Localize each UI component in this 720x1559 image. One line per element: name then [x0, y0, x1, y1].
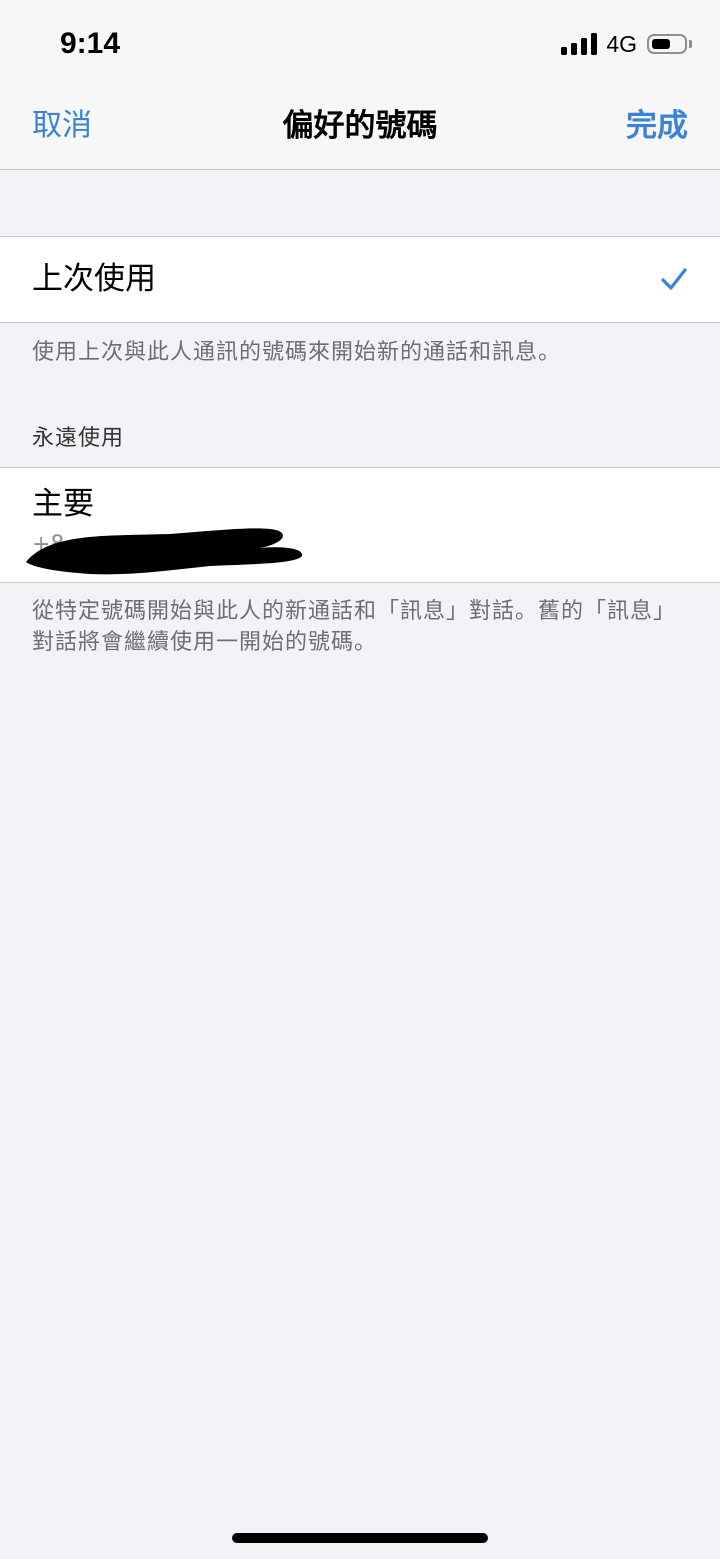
network-type: 4G: [606, 31, 637, 57]
signal-bar-1: [561, 47, 568, 55]
signal-bar-3: [581, 38, 588, 55]
page-title: 偏好的號碼: [282, 108, 438, 144]
last-used-option[interactable]: 上次使用: [0, 236, 720, 323]
battery-cap: [689, 40, 692, 48]
checkmark-icon: [661, 268, 687, 290]
redaction-scribble: [26, 528, 303, 575]
last-used-footer: 使用上次與此人通訊的號碼來開始新的通話和訊息。: [32, 340, 562, 365]
home-indicator[interactable]: [232, 1533, 488, 1543]
navigation-bar: 取消 偏好的號碼 完成: [0, 88, 720, 170]
status-bar: 9:14 4G: [0, 0, 720, 88]
last-used-label: 上次使用: [32, 261, 156, 297]
battery-level: [652, 39, 670, 49]
always-use-header: 永遠使用: [32, 426, 125, 451]
done-button[interactable]: 完成: [626, 106, 688, 146]
battery-icon: [647, 34, 687, 54]
signal-bar-4: [591, 33, 598, 55]
signal-bar-2: [571, 43, 578, 55]
always-use-footer: 從特定號碼開始與此人的新通話和「訊息」對話。舊的「訊息」對話將會繼續使用一開始的…: [32, 599, 666, 655]
status-indicators: 4G: [561, 28, 692, 60]
status-time: 9:14: [60, 27, 121, 60]
cellular-signal-icon: [561, 33, 598, 55]
primary-number-option[interactable]: 主要 +8: [0, 467, 720, 583]
